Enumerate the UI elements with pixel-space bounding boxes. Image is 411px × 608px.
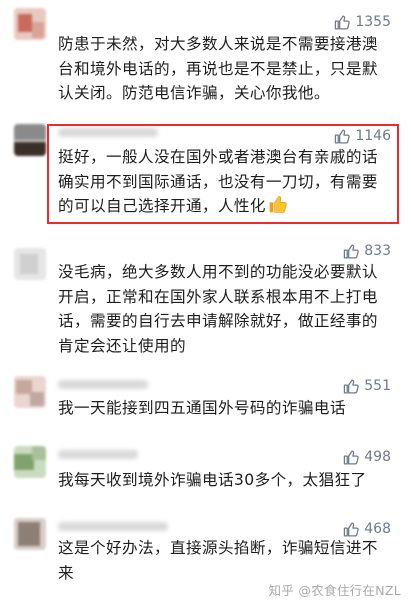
like-count: 1146 [355,128,391,144]
watermark: 知乎 @农食住行在NZL [268,583,401,598]
avatar[interactable] [14,8,46,40]
comment-1: 1355 防患于未然，对大多数人来说是不需要接港澳台和境外电话的，再说也是不是禁… [0,0,411,110]
username-blurred [58,380,148,389]
username-blurred [58,450,138,459]
avatar[interactable] [14,446,46,478]
comment-5: 498 我每天收到境外诈骗电话30多个，太猖狂了 [0,440,411,510]
thumbs-up-icon [334,128,351,145]
comment-3: 833 没毛病，绝大多数人用不到的功能没必要默认开启，正常和在国外家人联系根本用… [0,236,411,366]
like-count: 468 [364,521,391,537]
username-blurred [58,522,168,531]
avatar[interactable] [14,248,46,280]
comment-6: 468 这是个好办法，直接源头掐断，诈骗短信进不来 [0,512,411,584]
comment-text: 防患于未然，对大多数人来说是不需要接港澳台和境外电话的，再说也是不是禁止，只是默… [58,35,378,102]
thumbs-up-icon [334,14,351,31]
comment-2: 1146 挺好，一般人没在国外或者港澳台有亲戚的话确实用不到国际通话，也没有一刀… [0,110,411,228]
comment-text: 没毛病，绝大多数人用不到的功能没必要默认开启，正常和在国外家人联系根本用不上打电… [58,263,378,355]
comment-text: 挺好，一般人没在国外或者港澳台有亲戚的话确实用不到国际通话，也没有一刀切，有需要… [58,145,390,222]
comment-text: 我一天能接到四五通国外号码的诈骗电话 [58,399,346,417]
thumbs-up-icon [343,449,360,466]
username-blurred [58,128,158,137]
like-button[interactable]: 498 [343,448,391,466]
thumbs-up-icon [343,243,360,260]
thumbs-up-icon [343,521,360,538]
like-count: 498 [364,449,391,465]
avatar[interactable] [14,376,46,408]
comment-4: 551 我一天能接到四五通国外号码的诈骗电话 [0,370,411,436]
avatar[interactable] [14,518,46,550]
comment-text-body: 挺好，一般人没在国外或者港澳台有亲戚的话确实用不到国际通话，也没有一刀切，有需要… [58,148,378,215]
avatar[interactable] [14,124,46,156]
like-button[interactable]: 551 [343,377,391,395]
like-count: 833 [364,243,391,259]
comment-text: 我每天收到境外诈骗电话30多个，太猖狂了 [58,471,367,489]
comment-text: 这是个好办法，直接源头掐断，诈骗短信进不来 [58,539,378,582]
thumbs-up-emoji-icon [268,194,288,222]
like-button[interactable]: 1355 [334,13,391,31]
like-count: 551 [364,378,391,394]
like-button[interactable]: 833 [343,242,391,260]
like-button[interactable]: 1146 [334,127,391,145]
like-count: 1355 [355,14,391,30]
thumbs-up-icon [343,378,360,395]
